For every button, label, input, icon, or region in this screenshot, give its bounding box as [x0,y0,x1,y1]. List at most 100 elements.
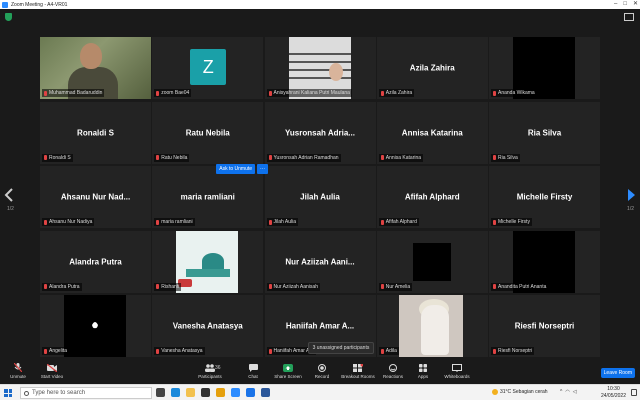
participant-tile[interactable]: Azila Zahira Azila Zahira [376,37,488,99]
participant-tile[interactable]: Yusronsah Adria... Yusronsah Adrian Ramad… [264,101,376,164]
participant-tile[interactable]: Jilah Aulia Jilah Aulia [264,166,376,228]
volume-icon[interactable]: ◁ [573,389,577,395]
windows-taskbar: Type here to search 31°C Sebagian cerah … [0,384,640,400]
participant-tile[interactable]: Alandra Putra Alandra Putra [40,230,151,293]
participant-tile[interactable]: Anandita Putri Ananta [489,230,600,293]
meeting-toolbar: Unmute Start Video 36 Participants Chat … [0,362,640,384]
mic-muted-icon [156,155,160,160]
participant-tile[interactable]: Angelita [40,295,151,357]
weather-text: 31°C Sebagian cerah [500,389,548,395]
participant-tile[interactable]: Nur Aziizah Aani... Nur Aziizah Aanisah [264,230,376,293]
participant-tile[interactable]: Ratu Nebila Ratu Nebila [152,101,264,164]
task-view-icon[interactable] [156,388,165,397]
participant-name-label: zoom Bae04 [154,89,192,97]
mic-muted-icon [44,348,47,354]
participant-name-label: Annisa Katarina [378,153,424,162]
participant-display-name: Afifah Alphard [404,192,460,202]
file-explorer-icon[interactable] [186,388,195,397]
mic-muted-icon [380,155,384,160]
prev-page-arrow[interactable] [4,188,14,202]
participant-avatar: Z [190,49,227,85]
participant-tile[interactable]: Anisyahrani Kaliana Putri Maulana [264,37,376,99]
ask-to-unmute-button[interactable]: Ask to Unmute [216,164,256,174]
participant-name-label: Anisyahrani Kaliana Putri Maulana [266,89,352,97]
participant-display-name: maria ramliani [180,192,235,202]
wifi-icon[interactable]: ◠ [565,389,569,395]
next-page-arrow[interactable] [626,188,636,202]
zoom-app-icon[interactable] [231,388,240,397]
participant-name: Ria Silva [498,154,518,161]
participant-name: Alandra Putra [49,283,80,290]
close-icon[interactable]: ✕ [633,0,638,9]
taskbar-apps [156,388,270,397]
participant-tile[interactable]: Muhammad Badaruddin [40,37,151,99]
edge-icon[interactable] [171,388,180,397]
participant-tile[interactable]: maria ramliani maria ramliani Ask to Unmut… [152,164,269,228]
chrome-icon[interactable] [216,388,225,397]
mic-muted-icon [44,219,47,225]
windows-start-icon[interactable] [4,389,12,397]
mic-muted-icon [493,219,496,225]
taskbar-search-box[interactable]: Type here to search [20,387,152,399]
participant-tile[interactable]: Riesfi Norseptri Riesfi Norseptri [489,295,600,357]
start-video-button[interactable]: Start Video [32,363,72,379]
gallery-view-icon[interactable] [624,13,634,21]
participants-label: Participants [198,374,222,379]
participant-video [398,295,463,357]
chat-icon [248,363,258,372]
maximize-icon[interactable]: □ [623,0,627,9]
participant-name-label: maria ramliani [154,218,195,226]
notification-icon[interactable] [631,389,637,396]
chevron-up-icon[interactable]: ^ [560,389,562,395]
participants-button[interactable]: 36 Participants [190,363,230,379]
chat-button[interactable]: Chat [233,363,273,379]
mic-muted-icon [493,155,496,160]
word-icon[interactable] [261,388,270,397]
participant-tile[interactable]: Ananda Wikama [489,37,600,99]
participant-name: Ronaldi S [49,154,71,161]
apps-label: Apps [417,374,429,379]
more-options-button[interactable]: ··· [257,164,269,174]
chat-label: Chat [248,374,258,379]
mic-muted-icon [156,284,160,289]
participant-name: Yusronsah Adrian Ramadhan [273,154,339,161]
participant-tile[interactable]: Rishanti [152,230,264,293]
record-button[interactable]: Record [302,363,342,379]
participant-tile[interactable]: Ria Silva Ria Silva [489,101,600,164]
participant-name: Nur Aziizah Aanisah [273,283,318,290]
participant-video [176,230,239,293]
participant-name: Azila Zahira [385,90,413,96]
participant-tile[interactable]: Ahsanu Nur Nad... Ahsanu Nur Nadiya [40,166,151,228]
unmute-label: Unmute [10,374,26,379]
participant-display-name: Haniifah Amar A... [285,321,355,331]
taskbar-clock[interactable]: 10:30 24/05/2022 [601,386,626,400]
participant-video [64,295,126,357]
participant-tile[interactable]: Afifah Alphard Afifah Alphard [376,166,488,228]
participants-icon [205,363,215,372]
participant-tile[interactable]: Zzoom Bae04 [152,37,264,99]
security-shield-icon[interactable] [5,13,12,21]
whiteboards-button[interactable]: Whiteboards [437,363,477,379]
participant-name: Adila [385,348,397,354]
mic-muted-icon [493,284,496,289]
leave-room-button[interactable]: Leave Room [600,368,635,378]
meeting-info-bar [0,9,640,29]
breakout-rooms-button[interactable]: Breakout Rooms [338,363,378,379]
weather-widget[interactable]: 31°C Sebagian cerah [492,389,548,395]
mic-muted-icon [156,90,160,96]
zoom-meeting-icon[interactable] [246,388,255,397]
participant-tile[interactable]: Annisa Katarina Annisa Katarina [376,101,488,164]
participant-name: Rishanti [161,283,180,290]
sun-icon [492,389,498,395]
participant-tile[interactable]: Michelle Firsty Michelle Firsty [489,166,600,228]
unassigned-participants-banner[interactable]: 3 unassigned participants [308,342,374,354]
store-icon[interactable] [201,388,210,397]
participant-tile[interactable]: Ronaldi S Ronaldi S [40,101,151,164]
minimize-icon[interactable]: – [614,0,617,9]
participant-name-label: Ria Silva [491,153,520,162]
participant-tile[interactable]: Nur Amelia [376,230,488,293]
participant-tile[interactable]: Adila [376,295,488,357]
participant-tile[interactable]: Vanesha Anatasya Vanesha Anatasya [152,295,264,357]
mic-muted-icon [493,90,496,96]
mic-muted-icon [268,219,272,225]
